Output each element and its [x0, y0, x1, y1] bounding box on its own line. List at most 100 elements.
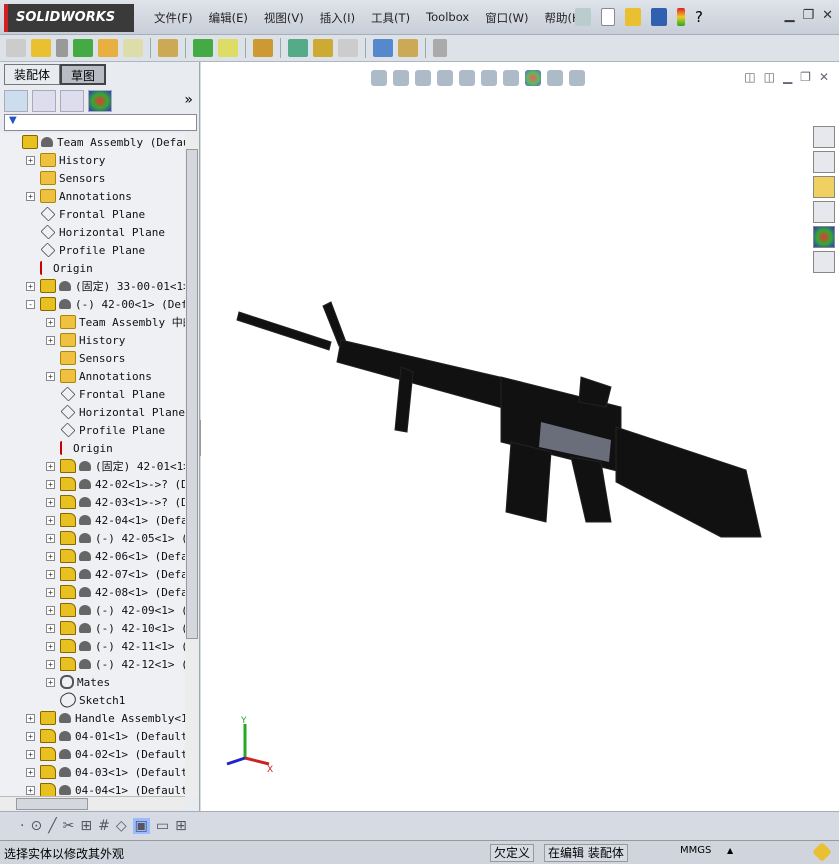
save-icon[interactable]	[651, 8, 667, 26]
pin-icon[interactable]	[575, 8, 591, 26]
rebuild-icon[interactable]	[677, 8, 685, 26]
tree-item[interactable]: + (-) 42-12<1> (Def	[46, 655, 185, 673]
close-icon[interactable]: ✕	[822, 8, 833, 23]
expand-icon[interactable]: +	[46, 605, 55, 615]
menu-file[interactable]: 文件(F)	[146, 10, 201, 26]
display-manager-icon[interactable]	[88, 90, 112, 112]
expand-icon[interactable]: +	[26, 731, 35, 741]
instant3d-icon[interactable]	[433, 39, 447, 57]
dimension-icon[interactable]: ⊞	[80, 818, 92, 834]
rifle-model[interactable]	[201, 62, 839, 811]
tree-item[interactable]: Horizontal Plane	[60, 403, 185, 421]
tree-item[interactable]: + Mates	[46, 673, 110, 691]
tree-item[interactable]: + (-) 42-09<1> (Def	[46, 601, 185, 619]
expand-icon[interactable]: +	[46, 371, 55, 381]
expand-icon[interactable]: +	[46, 317, 55, 327]
expand-icon[interactable]: +	[46, 677, 55, 687]
linear-pattern-icon[interactable]	[73, 39, 93, 57]
tree-item[interactable]: Sketch1	[57, 689, 125, 711]
expand-icon[interactable]: +	[46, 335, 55, 345]
menu-insert[interactable]: 插入(I)	[312, 10, 363, 26]
smart-fasteners-icon[interactable]	[98, 39, 118, 57]
custom-properties-icon[interactable]	[813, 251, 835, 273]
tree-item[interactable]: Origin	[60, 439, 113, 457]
tree-item[interactable]: + (固定) 42-01<1> (I	[46, 457, 185, 475]
exploded-view-icon[interactable]	[313, 39, 333, 57]
new-document-icon[interactable]	[601, 8, 615, 26]
insert-components-icon[interactable]	[31, 39, 51, 57]
tree-item[interactable]: - (-) 42-00<1> (Default	[26, 295, 185, 313]
tree-horizontal-scrollbar[interactable]	[0, 796, 185, 810]
tree-item[interactable]: + Annotations	[46, 367, 152, 385]
trim-icon[interactable]: ✂	[63, 818, 75, 834]
reference-geometry-icon[interactable]	[218, 39, 238, 57]
expand-icon[interactable]: +	[46, 461, 55, 471]
tree-item[interactable]: Sensors	[60, 349, 125, 367]
expand-icon[interactable]: +	[26, 155, 35, 165]
expand-icon[interactable]: +	[26, 713, 35, 723]
expand-icon[interactable]: +	[26, 785, 35, 795]
tree-item[interactable]: +04-01<1> (Default<<De	[26, 727, 185, 745]
tree-item[interactable]: +42-02<1>->? (Defa	[46, 475, 185, 493]
tree-item[interactable]: Frontal Plane	[60, 385, 165, 403]
new-motion-study-icon[interactable]	[253, 39, 273, 57]
tree-item[interactable]: + Team Assembly 中的配	[46, 313, 185, 331]
edit-component-icon[interactable]	[6, 39, 26, 57]
solidworks-resources-icon[interactable]	[813, 126, 835, 148]
minimize-icon[interactable]: ▁	[784, 8, 794, 23]
feature-manager-icon[interactable]	[4, 90, 28, 112]
expand-icon[interactable]: +	[46, 551, 55, 561]
tree-item[interactable]: + (-) 42-11<1> (Def	[46, 637, 185, 655]
grid-icon[interactable]: #	[98, 818, 110, 834]
expand-icon[interactable]: +	[46, 659, 55, 669]
tree-item[interactable]: Team Assembly (Default<	[22, 133, 185, 151]
show-hidden-icon[interactable]	[158, 39, 178, 57]
view-palette-icon[interactable]	[813, 201, 835, 223]
point-icon[interactable]: ·	[20, 818, 24, 834]
menu-view[interactable]: 视图(V)	[256, 10, 312, 26]
interference-detection-icon[interactable]	[373, 39, 393, 57]
tree-item[interactable]: +42-07<1> (Default	[46, 565, 185, 583]
tree-item[interactable]: + History	[46, 331, 125, 349]
appearances-icon[interactable]	[813, 226, 835, 248]
explode-line-icon[interactable]	[338, 39, 358, 57]
menu-tools[interactable]: 工具(T)	[363, 10, 418, 26]
units-arrow-icon[interactable]: ▲	[727, 846, 733, 855]
expand-icon[interactable]: +	[46, 587, 55, 597]
tree-item[interactable]: Profile Plane	[40, 241, 145, 259]
tag-icon[interactable]	[812, 842, 832, 862]
plane-icon[interactable]: ◇	[116, 818, 127, 834]
tree-item[interactable]: + (固定) 33-00-01<1> (I	[26, 277, 185, 295]
graphics-area[interactable]: ◫ ◫ ▁ ❐ ✕ Y X	[201, 62, 839, 811]
single-view-icon[interactable]: ▭	[156, 818, 169, 834]
tree-item[interactable]: Frontal Plane	[40, 205, 145, 223]
move-component-icon[interactable]	[123, 39, 143, 57]
clearance-icon[interactable]	[398, 39, 418, 57]
tree-item[interactable]: + History	[26, 151, 105, 169]
expand-icon[interactable]: +	[26, 281, 35, 291]
assembly-features-icon[interactable]	[193, 39, 213, 57]
tree-filter[interactable]: ▼	[4, 114, 197, 131]
tree-item[interactable]: +04-04<1> (Default<<De	[26, 781, 185, 796]
tree-item[interactable]: +42-06<1> (Default	[46, 547, 185, 565]
expand-icon[interactable]: +	[46, 497, 55, 507]
shaded-view-icon[interactable]: ▣	[132, 817, 150, 834]
help-icon[interactable]: ?	[695, 8, 703, 26]
bill-of-materials-icon[interactable]	[288, 39, 308, 57]
tree-item[interactable]: + (-) 42-10<1> (Def	[46, 619, 185, 637]
tree-item[interactable]: Sensors	[40, 169, 105, 187]
design-library-icon[interactable]	[813, 151, 835, 173]
expand-icon[interactable]: +	[46, 533, 55, 543]
mate-icon[interactable]	[56, 39, 68, 57]
tree-item[interactable]: +42-03<1>->? (Defa	[46, 493, 185, 511]
tree-item[interactable]: Profile Plane	[60, 421, 165, 439]
tree-item[interactable]: + Handle Assembly<1> (I	[26, 709, 185, 727]
tab-assembly[interactable]: 装配体	[4, 64, 61, 85]
expand-icon[interactable]: +	[46, 479, 55, 489]
tree-item[interactable]: +04-02<1> (Default<<De	[26, 745, 185, 763]
open-icon[interactable]	[625, 8, 641, 26]
expand-icon[interactable]: +	[46, 515, 55, 525]
tree-vertical-scrollbar[interactable]	[185, 133, 199, 796]
tree-item[interactable]: +04-03<1> (Default<<De	[26, 763, 185, 781]
menu-toolbox[interactable]: Toolbox	[418, 10, 477, 26]
